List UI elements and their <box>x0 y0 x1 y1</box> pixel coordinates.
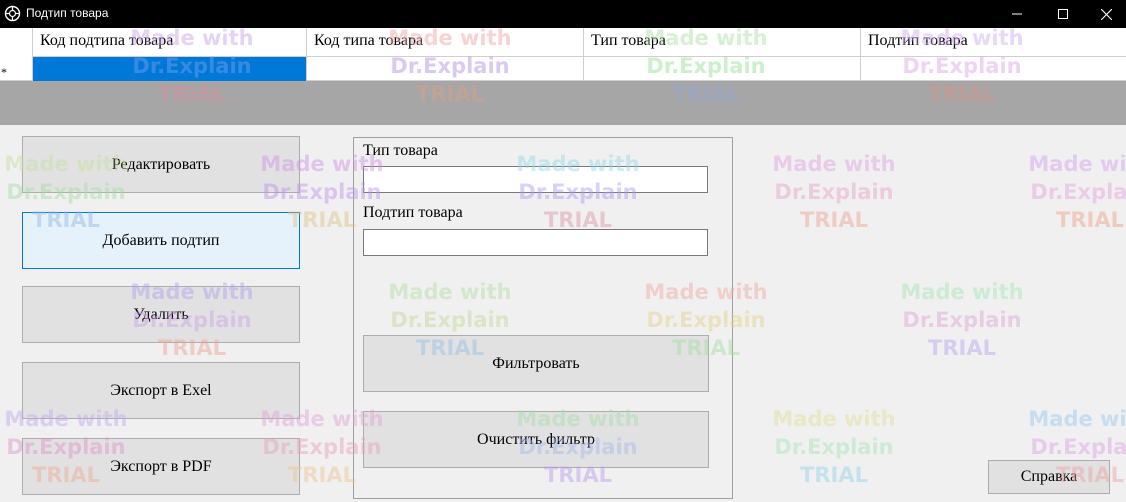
watermark-line: Made with <box>772 407 896 431</box>
cell-subtype[interactable] <box>861 57 1126 81</box>
watermark-line: TRIAL <box>1056 208 1124 232</box>
cell-type[interactable] <box>584 57 861 81</box>
grid-new-row[interactable]: * <box>0 57 1126 81</box>
data-grid[interactable]: Код подтипа товара Код типа товара Тип т… <box>0 28 1126 125</box>
delete-button[interactable]: Удалить <box>22 286 300 343</box>
trial-watermark: Made with Dr.Explain TRIAL <box>764 405 904 489</box>
watermark-line: TRIAL <box>928 336 996 360</box>
type-label: Тип товара <box>363 142 438 159</box>
title-bar: Подтип товара <box>0 0 1126 28</box>
export-pdf-button[interactable]: Экспорт в PDF <box>22 438 300 495</box>
watermark-line: TRIAL <box>800 463 868 487</box>
export-excel-button[interactable]: Экспорт в Exel <box>22 362 300 419</box>
close-icon <box>1100 8 1112 20</box>
app-icon <box>4 5 21 22</box>
cell-type-code[interactable] <box>307 57 584 81</box>
maximize-icon <box>1058 9 1068 19</box>
column-header-type-code[interactable]: Код типа товара <box>307 28 584 57</box>
close-button[interactable] <box>1083 0 1126 28</box>
trial-watermark: Made with Dr.Explain TRIAL <box>1020 150 1126 234</box>
add-subtype-button[interactable]: Добавить подтип <box>22 212 300 269</box>
subtype-filter-input[interactable] <box>363 229 708 256</box>
watermark-line: Dr.Explain <box>1030 435 1126 459</box>
column-header-subtype-code[interactable]: Код подтипа товара <box>33 28 307 57</box>
subtype-label: Подтип товара <box>363 204 463 221</box>
watermark-line: TRIAL <box>800 208 868 232</box>
watermark-line: Dr.Explain <box>774 180 894 204</box>
watermark-line: Made with <box>1028 152 1126 176</box>
filter-button[interactable]: Фильтровать <box>363 335 709 392</box>
grid-header: Код подтипа товара Код типа товара Тип т… <box>0 28 1126 57</box>
watermark-line: Dr.Explain <box>1030 180 1126 204</box>
help-button[interactable]: Справка <box>988 460 1110 494</box>
watermark-line: Made with <box>900 280 1024 304</box>
clear-filter-button[interactable]: Очистить фильтр <box>363 411 709 468</box>
grid-corner-cell[interactable] <box>0 28 33 57</box>
new-row-marker: * <box>0 57 33 81</box>
edit-button[interactable]: Редактировать <box>22 136 300 193</box>
minimize-button[interactable] <box>994 0 1040 28</box>
watermark-line: Dr.Explain <box>902 308 1022 332</box>
column-header-type[interactable]: Тип товара <box>584 28 861 57</box>
maximize-button[interactable] <box>1040 0 1086 28</box>
watermark-line: Dr.Explain <box>774 435 894 459</box>
column-header-subtype[interactable]: Подтип товара <box>861 28 1126 57</box>
minimize-icon <box>1012 13 1022 15</box>
window-title: Подтип товара <box>26 6 109 20</box>
watermark-line: Made with <box>772 152 896 176</box>
cell-subtype-code[interactable] <box>33 57 307 81</box>
trial-watermark: Made with Dr.Explain TRIAL <box>892 278 1032 362</box>
trial-watermark: Made with Dr.Explain TRIAL <box>764 150 904 234</box>
watermark-line: Made with <box>1028 407 1126 431</box>
filter-group: Тип товара Подтип товара Фильтровать Очи… <box>353 137 733 499</box>
type-filter-input[interactable] <box>363 166 708 193</box>
